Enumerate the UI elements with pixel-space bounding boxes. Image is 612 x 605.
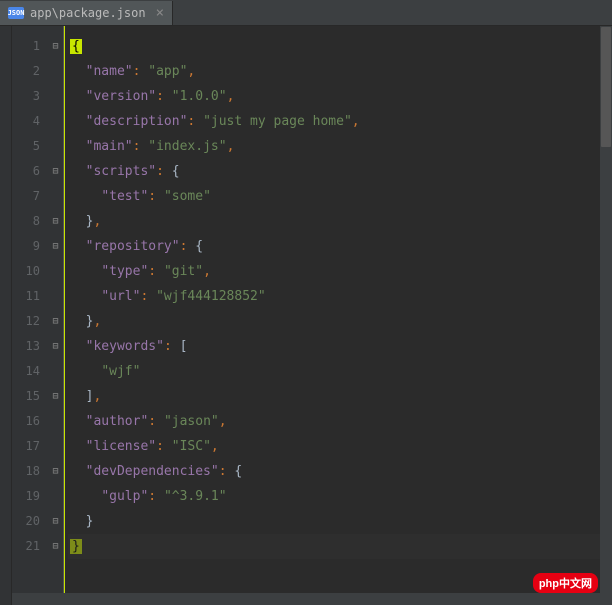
line-number[interactable]: 4 [12,109,40,134]
fold-toggle-icon[interactable]: ⊟ [48,534,63,559]
fold-toggle-icon[interactable]: ⊟ [48,34,63,59]
editor[interactable]: 1 2 3 4 5 6 7 8 9 10 11 12 13 14 15 16 1… [0,26,612,605]
line-number[interactable]: 20 [12,509,40,534]
code-content[interactable]: { "name": "app", "version": "1.0.0", "de… [68,26,612,605]
line-number[interactable]: 11 [12,284,40,309]
file-tab[interactable]: JSON app\package.json × [0,1,173,25]
fold-toggle-icon[interactable]: ⊟ [48,384,63,409]
scrollbar-thumb[interactable] [601,27,611,147]
fold-toggle-icon[interactable]: ⊟ [48,209,63,234]
line-number[interactable]: 1 [12,34,40,59]
horizontal-scrollbar[interactable] [12,593,600,605]
tab-title: app\package.json [30,6,146,20]
line-number[interactable]: 7 [12,184,40,209]
line-number[interactable]: 18 [12,459,40,484]
line-number[interactable]: 21 [12,534,40,559]
fold-gutter: ⊟ ⊟ ⊟ ⊟ ⊟ ⊟ ⊟ ⊟ ⊟ ⊟ [48,26,64,605]
close-icon[interactable]: × [156,5,164,21]
line-number[interactable]: 16 [12,409,40,434]
line-number[interactable]: 12 [12,309,40,334]
line-number[interactable]: 13 [12,334,40,359]
left-margin [0,26,12,605]
fold-toggle-icon[interactable]: ⊟ [48,459,63,484]
line-number-gutter: 1 2 3 4 5 6 7 8 9 10 11 12 13 14 15 16 1… [12,26,48,605]
line-number[interactable]: 5 [12,134,40,159]
fold-toggle-icon[interactable]: ⊟ [48,509,63,534]
line-number[interactable]: 15 [12,384,40,409]
line-number[interactable]: 2 [12,59,40,84]
watermark-badge: php中文网 [533,573,598,593]
brace-highlight: { [70,39,82,54]
vertical-scrollbar[interactable] [600,26,612,605]
json-file-icon: JSON [8,7,24,19]
fold-toggle-icon[interactable]: ⊟ [48,309,63,334]
line-number[interactable]: 17 [12,434,40,459]
line-number[interactable]: 6 [12,159,40,184]
line-number[interactable]: 8 [12,209,40,234]
line-number[interactable]: 10 [12,259,40,284]
fold-toggle-icon[interactable]: ⊟ [48,334,63,359]
fold-toggle-icon[interactable]: ⊟ [48,159,63,184]
tab-bar: JSON app\package.json × [0,0,612,26]
line-number[interactable]: 3 [12,84,40,109]
current-line-highlight [68,534,612,559]
line-number[interactable]: 9 [12,234,40,259]
line-number[interactable]: 19 [12,484,40,509]
fold-toggle-icon[interactable]: ⊟ [48,234,63,259]
line-number[interactable]: 14 [12,359,40,384]
